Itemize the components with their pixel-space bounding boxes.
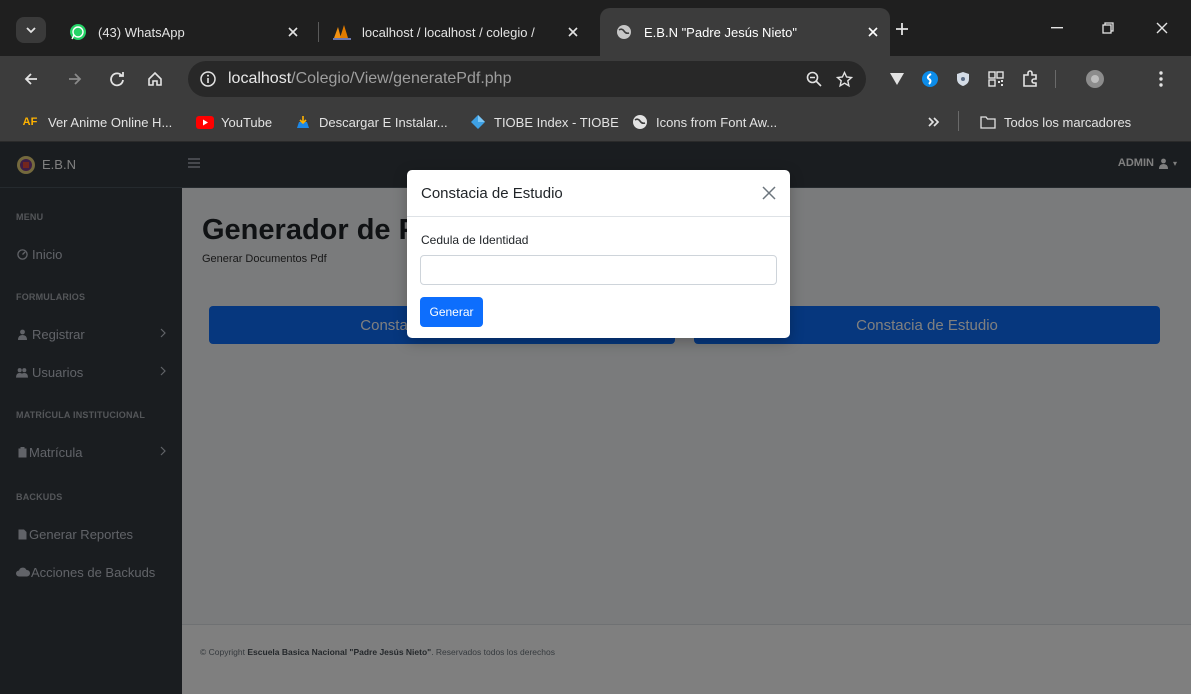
url-text: localhost/Colegio/View/generatePdf.php xyxy=(228,70,511,88)
shazam-extension-icon[interactable] xyxy=(919,68,941,90)
forward-button[interactable] xyxy=(64,68,86,90)
modal-title: Constacia de Estudio xyxy=(421,185,563,202)
bookmark-descargar[interactable]: Descargar E Instalar... xyxy=(294,112,448,132)
tab-search-button[interactable] xyxy=(16,17,46,43)
arrow-left-icon xyxy=(23,71,39,87)
url-host: localhost xyxy=(228,70,292,87)
tiobe-diamond-icon xyxy=(469,114,487,130)
vivaldi-extension-icon[interactable] xyxy=(886,68,908,90)
bookmark-tiobe[interactable]: TIOBE Index - TIOBE xyxy=(469,112,619,132)
folder-icon xyxy=(979,114,997,130)
cedula-input[interactable] xyxy=(420,255,777,285)
tab-title: localhost / localhost / colegio / xyxy=(362,24,535,40)
star-icon[interactable] xyxy=(834,69,854,89)
toolbar-separator xyxy=(1055,70,1056,88)
tab-whatsapp[interactable]: (43) WhatsApp xyxy=(60,8,310,56)
profile-avatar[interactable] xyxy=(1084,68,1106,90)
modal-header: Constacia de Estudio xyxy=(407,170,790,217)
close-icon[interactable] xyxy=(284,23,302,41)
plus-icon xyxy=(895,22,909,36)
home-button[interactable] xyxy=(144,68,166,90)
url-path: /Colegio/View/generatePdf.php xyxy=(291,70,512,87)
browser-tab-strip: (43) WhatsApp localhost / localhost / co… xyxy=(0,0,1191,56)
bookmark-label: YouTube xyxy=(221,114,273,130)
tab-title: E.B.N "Padre Jesús Nieto" xyxy=(644,24,798,40)
close-icon[interactable] xyxy=(564,23,582,41)
site-info-icon[interactable] xyxy=(200,71,216,87)
address-bar[interactable]: localhost/Colegio/View/generatePdf.php xyxy=(188,61,866,97)
all-bookmarks-folder[interactable]: Todos los marcadores xyxy=(979,112,1131,132)
constancia-estudio-modal: Constacia de Estudio Cedula de Identidad… xyxy=(407,170,790,338)
page-viewport: E.B.N MENU Inicio FORMULARIOS Registrar … xyxy=(0,142,1191,694)
back-button[interactable] xyxy=(20,68,42,90)
bookmark-label: TIOBE Index - TIOBE xyxy=(494,114,619,130)
tab-ebn-active[interactable]: E.B.N "Padre Jesús Nieto" xyxy=(600,8,890,56)
bookmark-fontawesome[interactable]: Icons from Font Aw... xyxy=(631,112,777,132)
af-badge-text: AF xyxy=(22,116,38,128)
arrow-right-icon xyxy=(67,71,83,87)
shield-icon[interactable] xyxy=(952,68,974,90)
youtube-icon xyxy=(196,114,214,130)
bookmark-anime[interactable]: AF Ver Anime Online H... xyxy=(19,112,173,132)
minimize-button[interactable] xyxy=(1045,17,1069,39)
more-vertical-icon xyxy=(1159,71,1163,87)
zoom-icon[interactable] xyxy=(804,69,824,89)
cedula-label: Cedula de Identidad xyxy=(421,233,529,247)
close-icon[interactable] xyxy=(760,184,778,202)
close-icon[interactable] xyxy=(864,23,882,41)
browser-toolbar: localhost/Colegio/View/generatePdf.php xyxy=(0,56,1191,102)
tab-phpmyadmin[interactable]: localhost / localhost / colegio / xyxy=(324,8,590,56)
bookmark-separator xyxy=(958,111,959,131)
globe-icon xyxy=(631,114,649,130)
qr-code-icon[interactable] xyxy=(985,68,1007,90)
download-site-icon xyxy=(294,114,312,130)
minimize-icon xyxy=(1051,27,1063,29)
extensions-puzzle-icon[interactable] xyxy=(1019,68,1041,90)
more-bookmarks-button[interactable] xyxy=(928,112,940,132)
restore-icon xyxy=(1102,22,1114,34)
reload-button[interactable] xyxy=(106,68,128,90)
bookmark-label: Ver Anime Online H... xyxy=(48,114,173,130)
home-icon xyxy=(147,71,163,87)
phpmyadmin-sail-icon xyxy=(332,22,352,42)
reload-icon xyxy=(109,71,125,87)
bookmark-label: Icons from Font Aw... xyxy=(656,114,778,130)
close-icon xyxy=(1156,22,1168,34)
generar-button[interactable]: Generar xyxy=(420,297,483,327)
close-window-button[interactable] xyxy=(1150,17,1174,39)
double-chevron-right-icon xyxy=(928,117,940,127)
tab-title: (43) WhatsApp xyxy=(98,24,185,40)
bookmark-label: Descargar E Instalar... xyxy=(319,114,448,130)
new-tab-button[interactable] xyxy=(892,19,912,39)
af-badge-icon: AF xyxy=(19,114,41,130)
bookmark-label: Todos los marcadores xyxy=(1004,114,1132,130)
bookmarks-bar: AF Ver Anime Online H... YouTube Descarg… xyxy=(0,102,1191,142)
globe-icon xyxy=(614,22,634,42)
tab-separator xyxy=(318,22,319,42)
whatsapp-icon xyxy=(68,22,88,42)
browser-menu-button[interactable] xyxy=(1150,68,1172,90)
chevron-down-icon xyxy=(25,24,37,36)
restore-button[interactable] xyxy=(1096,17,1120,39)
bookmark-youtube[interactable]: YouTube xyxy=(196,112,272,132)
